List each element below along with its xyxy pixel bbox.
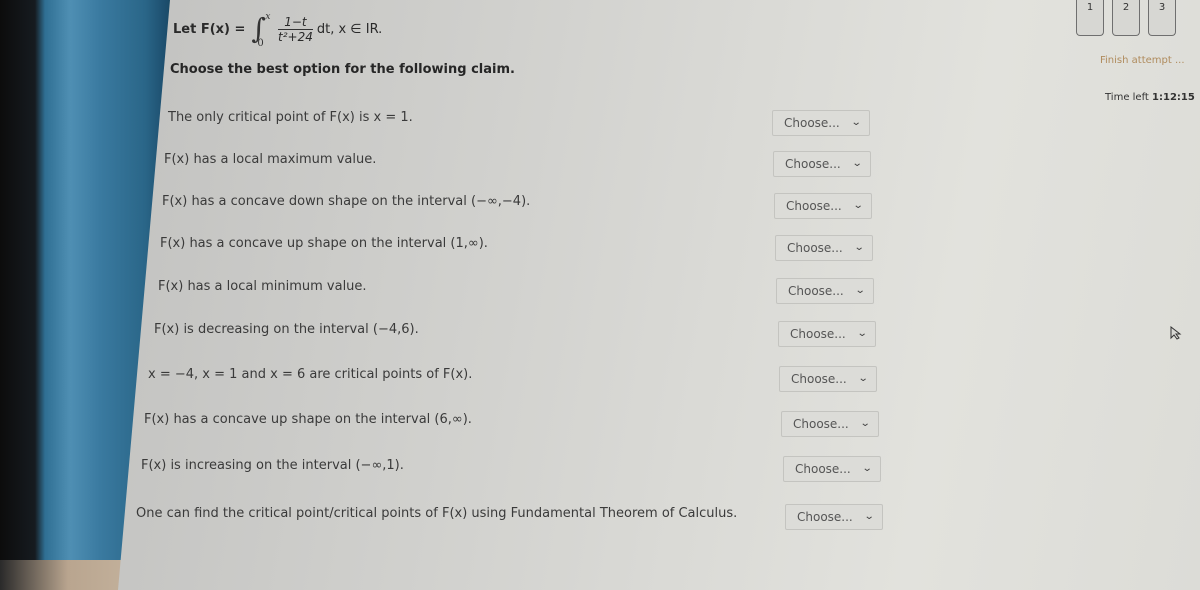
- chevron-down-icon: ⌄: [859, 418, 871, 429]
- select-value: Choose...: [787, 241, 843, 255]
- answer-select[interactable]: Choose... ⌄: [779, 366, 877, 392]
- answer-select[interactable]: Choose... ⌄: [775, 235, 873, 261]
- claim-text: x = −4, x = 1 and x = 6 are critical poi…: [148, 367, 473, 382]
- finish-attempt-link[interactable]: Finish attempt ...: [1100, 55, 1185, 66]
- answer-select[interactable]: Choose... ⌄: [785, 504, 883, 530]
- integral-upper-limit: x: [265, 12, 271, 22]
- answer-select[interactable]: Choose... ⌄: [773, 151, 871, 177]
- integrand-denominator: t²+24: [278, 29, 313, 44]
- function-definition: Let F(x) = ∫ x 0 1−t t²+24 dt, x ∈ IR.: [173, 9, 382, 49]
- chevron-down-icon: ⌄: [851, 158, 863, 169]
- chevron-down-icon: ⌄: [861, 463, 873, 474]
- chevron-down-icon: ⌄: [863, 511, 875, 522]
- claim-text: F(x) is decreasing on the interval (−4,6…: [154, 322, 419, 337]
- mouse-cursor-icon: [1170, 326, 1182, 340]
- claim-text: One can find the critical point/critical…: [136, 506, 738, 521]
- integral-lower-limit: 0: [257, 38, 264, 49]
- claim-text: The only critical point of F(x) is x = 1…: [168, 110, 413, 125]
- integral-sign: ∫ x 0: [251, 12, 271, 49]
- select-value: Choose...: [793, 417, 849, 431]
- chevron-down-icon: ⌄: [857, 373, 869, 384]
- select-value: Choose...: [791, 372, 847, 386]
- chevron-down-icon: ⌄: [850, 117, 862, 128]
- question-nav-button[interactable]: 1: [1076, 0, 1104, 36]
- claim-text: F(x) is increasing on the interval (−∞,1…: [141, 458, 404, 473]
- instruction-text: Choose the best option for the following…: [170, 62, 515, 77]
- answer-select[interactable]: Choose... ⌄: [774, 193, 872, 219]
- select-value: Choose...: [785, 157, 841, 171]
- answer-select[interactable]: Choose... ⌄: [772, 110, 870, 136]
- question-nav-button[interactable]: 3: [1148, 0, 1176, 36]
- answer-select[interactable]: Choose... ⌄: [778, 321, 876, 347]
- chevron-down-icon: ⌄: [853, 242, 865, 253]
- claim-text: F(x) has a local maximum value.: [164, 152, 377, 167]
- integrand-numerator: 1−t: [278, 15, 313, 30]
- time-left-label: Time left: [1105, 92, 1149, 103]
- chevron-down-icon: ⌄: [852, 200, 864, 211]
- claim-text: F(x) has a local minimum value.: [158, 279, 367, 294]
- claim-text: F(x) has a concave up shape on the inter…: [160, 236, 488, 251]
- select-value: Choose...: [784, 116, 840, 130]
- answer-select[interactable]: Choose... ⌄: [776, 278, 874, 304]
- question-area: Let F(x) = ∫ x 0 1−t t²+24 dt, x ∈ IR. C…: [118, 0, 1200, 590]
- claim-text: F(x) has a concave up shape on the inter…: [144, 412, 472, 427]
- time-left: Time left 1:12:15: [1105, 92, 1195, 103]
- answer-select[interactable]: Choose... ⌄: [783, 456, 881, 482]
- select-value: Choose...: [788, 284, 844, 298]
- claim-text: F(x) has a concave down shape on the int…: [162, 194, 531, 209]
- question-nav-button[interactable]: 2: [1112, 0, 1140, 36]
- time-left-value: 1:12:15: [1152, 92, 1195, 103]
- definition-tail: dt, x ∈ IR.: [316, 21, 383, 37]
- chevron-down-icon: ⌄: [854, 285, 866, 296]
- integrand-fraction: 1−t t²+24: [278, 15, 313, 44]
- select-value: Choose...: [797, 510, 853, 524]
- select-value: Choose...: [790, 327, 846, 341]
- select-value: Choose...: [786, 199, 842, 213]
- select-value: Choose...: [795, 462, 851, 476]
- chevron-down-icon: ⌄: [856, 328, 868, 339]
- definition-label: Let F(x) =: [173, 21, 246, 37]
- answer-select[interactable]: Choose... ⌄: [781, 411, 879, 437]
- quiz-page: Let F(x) = ∫ x 0 1−t t²+24 dt, x ∈ IR. C…: [118, 0, 1200, 590]
